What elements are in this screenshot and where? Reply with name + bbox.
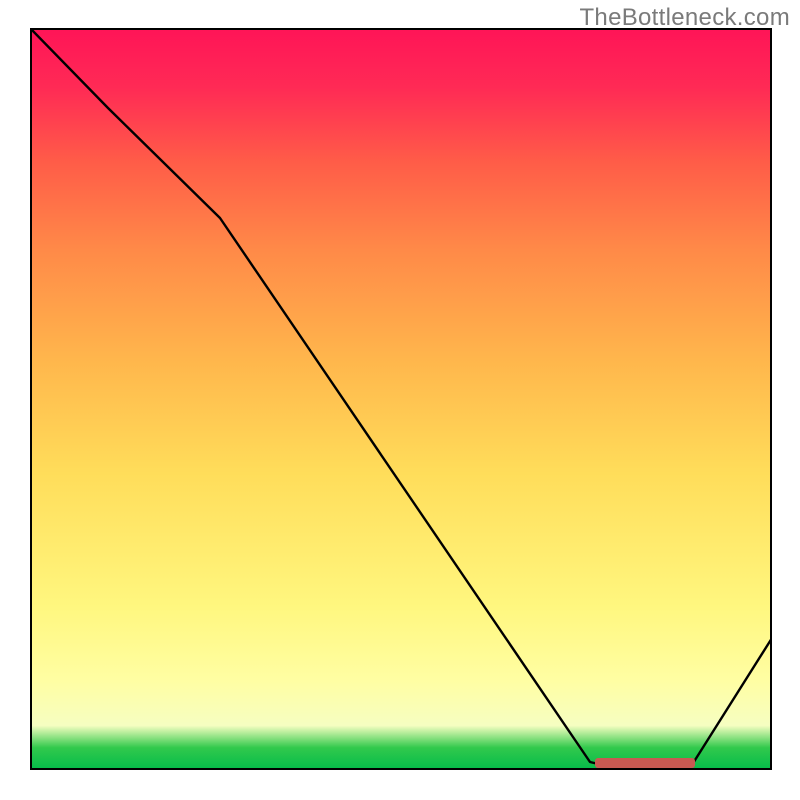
chart-frame <box>30 28 772 770</box>
chart-area <box>30 28 772 770</box>
